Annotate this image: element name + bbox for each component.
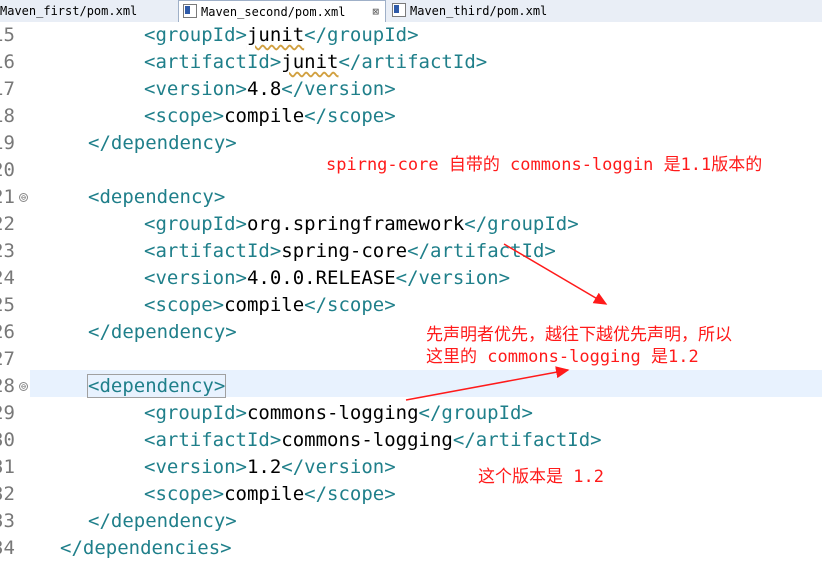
close-tab-icon[interactable]: ⊠ [372,1,379,23]
tab-maven-first-pom[interactable]: Maven_first/pom.xml [0,0,137,22]
arrow-spring-core-to-note [503,243,608,305]
code-editor[interactable]: 15<groupId>junit</groupId>16<artifactId>… [0,22,822,562]
xml-file-icon [183,4,197,18]
xml-file-icon [392,3,406,17]
tab-label: Maven_second/pom.xml [201,5,346,19]
tab-label: Maven_third/pom.xml [410,4,548,18]
editor-tab-bar: Maven_first/pom.xml Maven_second/pom.xml… [0,0,822,23]
tab-maven-third-pom[interactable]: Maven_third/pom.xml [390,0,547,22]
arrow-dependency-to-note [405,366,570,401]
annotation-arrows [405,243,608,401]
tab-maven-second-pom[interactable]: Maven_second/pom.xml ⊠ [178,0,386,22]
tab-label: Maven_first/pom.xml [0,4,138,18]
